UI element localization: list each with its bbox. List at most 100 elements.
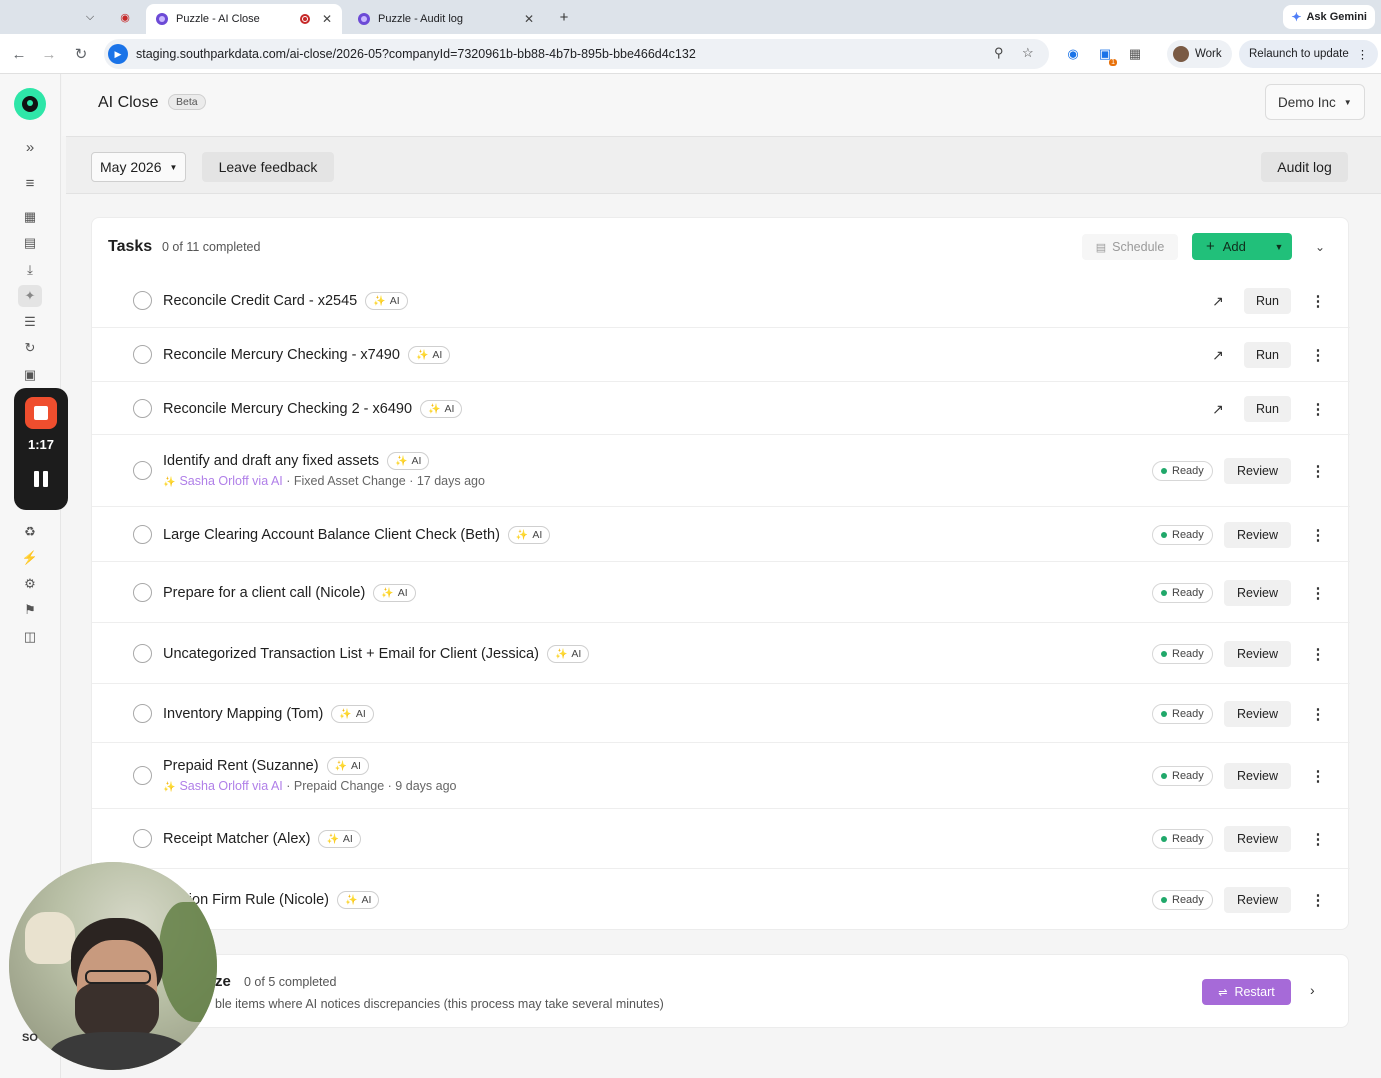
task-checkbox[interactable] <box>133 644 152 663</box>
task-row[interactable]: Identify and draft any fixed assets ✨ AI … <box>92 434 1350 506</box>
more-options-icon[interactable]: ⋮ <box>1310 890 1326 910</box>
review-button[interactable]: Review <box>1224 641 1291 667</box>
more-options-icon[interactable]: ⋮ <box>1310 766 1326 786</box>
ask-gemini-button[interactable]: ✦ Ask Gemini <box>1283 5 1375 29</box>
new-tab-button[interactable]: + <box>553 6 575 28</box>
more-options-icon[interactable]: ⋮ <box>1310 583 1326 603</box>
gift-icon[interactable]: ◫ <box>18 626 42 648</box>
back-icon[interactable]: ← <box>8 43 30 65</box>
zoom-icon[interactable]: ⚲ <box>994 45 1004 61</box>
task-checkbox[interactable] <box>133 583 152 602</box>
checklist-icon[interactable]: ☰ <box>18 311 42 333</box>
task-row[interactable]: Station Firm Rule (Nicole) ✨ AI Ready Revi… <box>92 868 1350 930</box>
url-text[interactable]: staging.southparkdata.com/ai-close/2026-… <box>136 47 696 61</box>
tag-icon[interactable]: ⚑ <box>18 599 42 621</box>
task-checkbox[interactable] <box>133 525 152 544</box>
task-row[interactable]: Prepaid Rent (Suzanne) ✨ AI ✨ Sasha Orloff… <box>92 742 1350 808</box>
review-button[interactable]: Review <box>1224 522 1291 548</box>
restart-button[interactable]: ⇌ Restart <box>1202 979 1291 1005</box>
add-task-button[interactable]: + Add ▼ <box>1192 233 1292 260</box>
more-options-icon[interactable]: ⋮ <box>1310 829 1326 849</box>
review-button[interactable]: Review <box>1224 826 1291 852</box>
bookmark-star-icon[interactable]: ☆ <box>1022 45 1034 61</box>
plug-icon[interactable]: ⚡ <box>18 547 42 569</box>
stop-recording-button[interactable] <box>25 397 57 429</box>
menu-icon[interactable]: ≡ <box>18 172 42 194</box>
audit-log-button[interactable]: Audit log <box>1261 152 1348 182</box>
download-icon[interactable]: ⤓ <box>18 259 42 281</box>
chevron-right-icon[interactable]: › <box>1310 982 1315 998</box>
more-options-icon[interactable]: ⋮ <box>1310 291 1326 311</box>
month-selector[interactable]: May 2026 ▼ <box>91 152 186 182</box>
task-row[interactable]: Reconcile Mercury Checking 2 - x6490 ✨ AI… <box>92 381 1350 434</box>
review-button[interactable]: Review <box>1224 887 1291 913</box>
task-checkbox[interactable] <box>133 399 152 418</box>
reports-icon[interactable]: ▣ <box>18 364 42 386</box>
user-initials[interactable]: SO <box>22 1032 38 1044</box>
add-dropdown-caret-icon[interactable]: ▼ <box>1266 233 1292 260</box>
profile-button[interactable]: Work <box>1167 40 1232 68</box>
pause-recording-icon[interactable] <box>34 471 48 487</box>
close-tab-icon[interactable]: ✕ <box>524 12 534 26</box>
more-options-icon[interactable]: ⋮ <box>1310 704 1326 724</box>
plus-icon: + <box>1206 238 1215 255</box>
review-button[interactable]: Review <box>1224 763 1291 789</box>
ai-sparkle-icon[interactable]: ✦ <box>18 285 42 307</box>
more-options-icon[interactable]: ⋮ <box>1310 461 1326 481</box>
task-row[interactable]: Receipt Matcher (Alex) ✨ AI Ready Review ⋮ <box>92 808 1350 868</box>
close-tab-icon[interactable]: ✕ <box>322 12 332 26</box>
more-options-icon[interactable]: ⋮ <box>1310 644 1326 664</box>
tab-audit-log[interactable]: Puzzle - Audit log ✕ <box>348 4 544 34</box>
task-checkbox[interactable] <box>133 704 152 723</box>
task-checkbox[interactable] <box>133 829 152 848</box>
extensions-puzzle-icon[interactable]: ▦ <box>1126 45 1144 63</box>
sync-icon[interactable]: ↻ <box>18 337 42 359</box>
relaunch-button[interactable]: Relaunch to update ⋮ <box>1239 40 1379 68</box>
expand-icon[interactable]: » <box>18 136 42 158</box>
run-button[interactable]: Run <box>1244 288 1291 314</box>
integrations-icon[interactable]: ♻ <box>18 521 42 543</box>
collapse-chevron-icon[interactable]: ⌄ <box>1310 237 1330 257</box>
ai-attribution[interactable]: ✨ Sasha Orloff via AI <box>163 779 283 793</box>
leave-feedback-button[interactable]: Leave feedback <box>202 152 334 182</box>
address-bar[interactable]: ▶ staging.southparkdata.com/ai-close/202… <box>104 39 1049 69</box>
schedule-button[interactable]: ▤ Schedule <box>1082 234 1178 260</box>
review-button[interactable]: Review <box>1224 580 1291 606</box>
inbox-icon[interactable]: ▤ <box>18 232 42 254</box>
task-row[interactable]: Reconcile Credit Card - x2545 ✨ AI ↗ Run ⋮ <box>92 274 1350 327</box>
open-external-icon[interactable]: ↗ <box>1208 399 1228 419</box>
task-row[interactable]: Uncategorized Transaction List + Email f… <box>92 622 1350 683</box>
extension-icon[interactable]: ◉ <box>1064 45 1082 63</box>
tab-ai-close[interactable]: Puzzle - AI Close ✕ <box>146 4 342 34</box>
review-button[interactable]: Review <box>1224 458 1291 484</box>
puzzle-logo[interactable] <box>14 88 46 120</box>
run-button[interactable]: Run <box>1244 342 1291 368</box>
forward-icon[interactable]: → <box>38 43 60 65</box>
task-row[interactable]: Prepare for a client call (Nicole) ✨ AI R… <box>92 561 1350 622</box>
more-options-icon[interactable]: ⋮ <box>1310 525 1326 545</box>
more-options-icon[interactable]: ⋮ <box>1310 345 1326 365</box>
task-row[interactable]: Large Clearing Account Balance Client Ch… <box>92 506 1350 561</box>
more-options-icon[interactable]: ⋮ <box>1310 399 1326 419</box>
task-checkbox[interactable] <box>133 345 152 364</box>
task-checkbox[interactable] <box>133 766 152 785</box>
reload-icon[interactable]: ↻ <box>70 43 92 65</box>
task-row[interactable]: Inventory Mapping (Tom) ✨ AI Ready Review ⋮ <box>92 683 1350 742</box>
site-info-icon[interactable]: ▶ <box>108 44 128 64</box>
dashboard-icon[interactable]: ▦ <box>18 206 42 228</box>
task-checkbox[interactable] <box>133 291 152 310</box>
open-external-icon[interactable]: ↗ <box>1208 345 1228 365</box>
company-selector[interactable]: Demo Inc ▼ <box>1265 84 1365 120</box>
task-checkbox[interactable] <box>133 461 152 480</box>
recording-indicator-icon[interactable]: ◉ <box>114 6 136 28</box>
run-button[interactable]: Run <box>1244 396 1291 422</box>
settings-icon[interactable]: ⚙ <box>18 573 42 595</box>
task-row[interactable]: Reconcile Mercury Checking - x7490 ✨ AI ↗… <box>92 327 1350 381</box>
tab-search-icon[interactable]: ⌵ <box>79 6 101 28</box>
ai-attribution[interactable]: ✨ Sasha Orloff via AI <box>163 474 283 488</box>
open-external-icon[interactable]: ↗ <box>1208 291 1228 311</box>
review-button[interactable]: Review <box>1224 701 1291 727</box>
status-label: Ready <box>1172 465 1204 477</box>
tasks-title: Tasks <box>108 238 153 255</box>
extension-badged-icon[interactable]: ▣ 1 <box>1096 45 1117 66</box>
